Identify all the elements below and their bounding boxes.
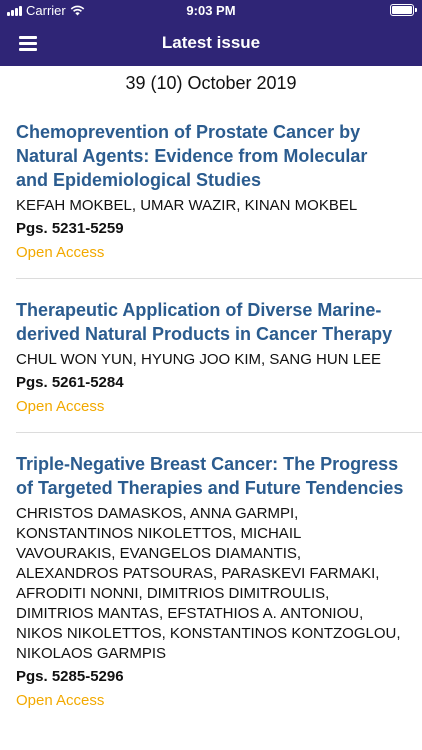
- issue-label: 39 (10) October 2019: [125, 73, 297, 93]
- status-right: [390, 4, 417, 16]
- open-access-link[interactable]: Open Access: [16, 242, 422, 264]
- article-authors: CHUL WON YUN, HYUNG JOO KIM, SANG HUN LE…: [16, 351, 382, 368]
- status-time: 9:03 PM: [186, 3, 236, 18]
- navigation-bar: Latest issue: [0, 22, 422, 66]
- article-title[interactable]: Chemoprevention of Prostate Cancer by Na…: [16, 120, 422, 192]
- article-item[interactable]: Chemoprevention of Prostate Cancer by Na…: [0, 100, 422, 278]
- article-authors: KEFAH MOKBEL, UMAR WAZIR, KINAN MOKBEL: [16, 197, 358, 214]
- article-title[interactable]: Therapeutic Application of Diverse Marin…: [16, 298, 422, 346]
- open-access-link[interactable]: Open Access: [16, 690, 422, 712]
- article-pages: Pgs. 5261-5284: [16, 374, 124, 391]
- open-access-link[interactable]: Open Access: [16, 396, 422, 418]
- article-item[interactable]: Therapeutic Application of Diverse Marin…: [0, 278, 422, 432]
- article-pages: Pgs. 5285-5296: [16, 668, 124, 685]
- article-item[interactable]: Triple-Negative Breast Cancer: The Progr…: [0, 432, 422, 726]
- page-title: Latest issue: [161, 33, 261, 52]
- battery-icon: [390, 4, 417, 16]
- status-bar: Carrier 9:03 PM: [0, 0, 422, 22]
- article-authors: CHRISTOS DAMASKOS, ANNA GARMPI, KONSTANT…: [16, 505, 401, 662]
- article-title[interactable]: Triple-Negative Breast Cancer: The Progr…: [16, 452, 422, 500]
- article-pages: Pgs. 5231-5259: [16, 220, 124, 237]
- issue-list[interactable]: 39 (10) October 2019 Chemoprevention of …: [0, 66, 422, 750]
